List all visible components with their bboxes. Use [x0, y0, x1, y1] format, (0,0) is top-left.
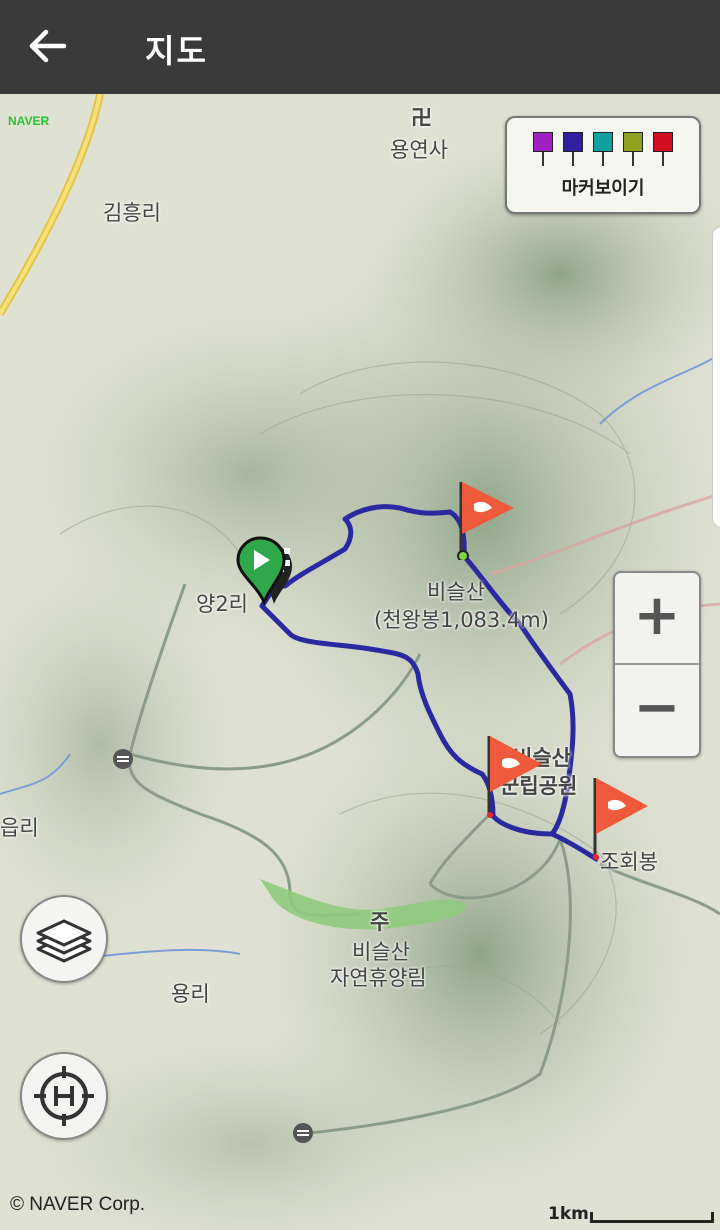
scale-bar: [590, 1212, 714, 1223]
layers-button[interactable]: [20, 895, 108, 983]
mic-marker-icon: [593, 132, 613, 166]
naver-logo: NAVER: [8, 114, 50, 128]
start-finish-marker-icon[interactable]: [234, 536, 304, 608]
back-arrow-icon[interactable]: [24, 22, 72, 70]
summit-flag-icon[interactable]: [586, 776, 652, 862]
label-cheonwangbong: (천왕봉1,083.4m): [374, 608, 549, 632]
video-marker-icon: [563, 132, 583, 166]
crosshair-icon: [34, 1066, 94, 1126]
label-gimheungri: 김흥리: [103, 201, 161, 225]
label-eumri: 읍리: [0, 816, 39, 840]
zoom-in-button[interactable]: +: [615, 573, 699, 663]
map-view[interactable]: NAVER 卍 용연사 김흥리 양2리 비슬산 (천왕봉1,083.4m) 비슬…: [0, 94, 720, 1230]
label-yongyeonsa: 용연사: [390, 138, 448, 162]
map-copyright: © NAVER Corp.: [10, 1194, 146, 1215]
road-junction-icon: [293, 1123, 313, 1143]
summit-flag-icon[interactable]: [480, 734, 546, 820]
label-biseulsan-peak: 비슬산: [427, 580, 485, 604]
road-junction-icon: [113, 749, 133, 769]
side-drawer-handle[interactable]: [712, 226, 720, 528]
terrain-map: [0, 94, 720, 1230]
marker-panel-label: 마커보이기: [561, 178, 645, 199]
marker-toggle-panel[interactable]: 마커보이기: [505, 116, 701, 214]
label-forest-line2: 자연휴양림: [330, 966, 427, 990]
app-header: 지도: [0, 0, 720, 94]
forest-icon: 주: [370, 910, 390, 934]
layers-icon: [36, 919, 92, 963]
memo-marker-icon: [623, 132, 643, 166]
camera-marker-icon: [533, 132, 553, 166]
flag-marker-icon: [653, 132, 673, 166]
zoom-control: + −: [613, 571, 701, 758]
scale-label: 1km: [548, 1204, 589, 1224]
page-title: 지도: [145, 32, 208, 70]
zoom-out-button[interactable]: −: [615, 665, 699, 755]
label-yongri: 용리: [171, 982, 210, 1006]
summit-flag-icon[interactable]: [452, 478, 518, 560]
current-location-button[interactable]: [20, 1052, 108, 1140]
temple-icon: 卍: [411, 106, 432, 130]
